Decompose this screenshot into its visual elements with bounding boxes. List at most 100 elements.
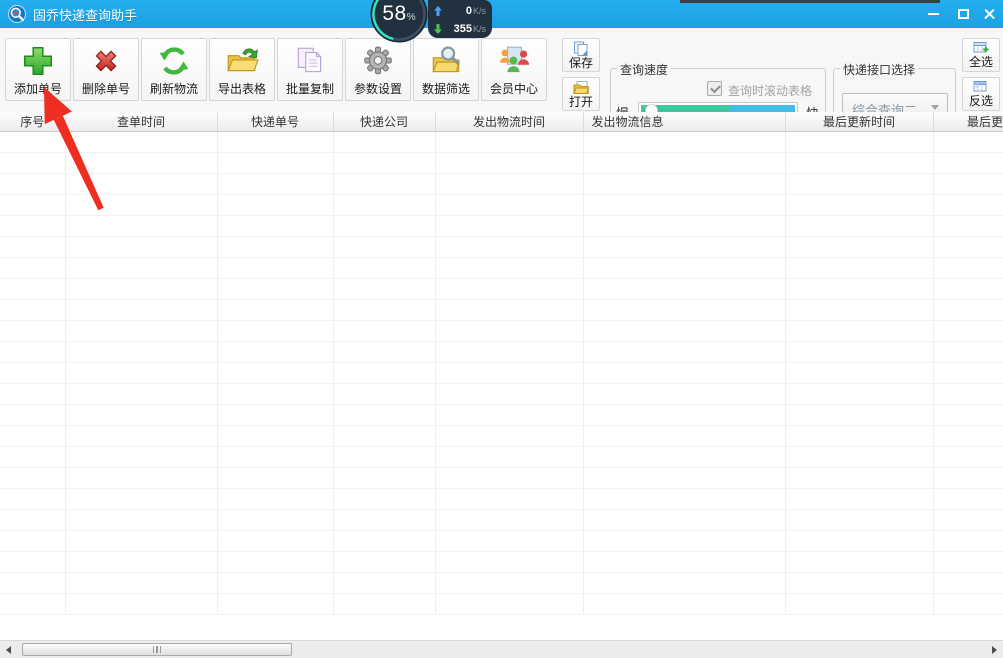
table-cell <box>933 320 1003 342</box>
scroll-table-checkbox[interactable] <box>707 81 722 96</box>
maximize-button[interactable] <box>953 5 973 23</box>
button-label: 数据筛选 <box>421 82 470 96</box>
table-cell <box>217 488 334 510</box>
table-cell <box>333 425 436 447</box>
table-cell <box>933 551 1003 573</box>
open-folder-icon <box>573 80 589 94</box>
refresh-logistics-button[interactable]: 刷新物流 <box>141 38 207 101</box>
table-cell <box>583 509 786 531</box>
table-cell <box>933 593 1003 615</box>
button-label: 导出表格 <box>217 82 266 96</box>
table-cell <box>933 425 1003 447</box>
table-cell <box>435 383 584 405</box>
table-cell <box>435 236 584 258</box>
table-cell <box>333 320 436 342</box>
app-logo-icon <box>8 5 26 23</box>
table-row <box>0 152 1003 174</box>
table-cell <box>583 488 786 510</box>
column-header-last-update-time[interactable]: 最后更新时间 <box>785 112 934 132</box>
upload-speed-value: 0 <box>465 4 472 17</box>
member-center-button[interactable]: 会员中心 <box>481 38 547 101</box>
column-header-dispatch-time[interactable]: 发出物流时间 <box>435 112 584 132</box>
table-row <box>0 320 1003 342</box>
table-cell <box>333 194 436 216</box>
table-cell <box>65 530 218 552</box>
close-button[interactable] <box>979 5 999 23</box>
batch-copy-button[interactable]: 批量复制 <box>277 38 343 101</box>
table-cell <box>333 467 436 489</box>
add-number-button[interactable]: 添加单号 <box>5 38 71 101</box>
button-label: 全选 <box>968 55 993 69</box>
app-window: 固乔快递查询助手 添加单号 删除单号 刷新物流 导出表格 批量复制 参数设置 数… <box>0 0 1003 658</box>
data-filter-button[interactable]: 数据筛选 <box>413 38 479 101</box>
table-cell <box>333 383 436 405</box>
table-cell <box>333 446 436 468</box>
table-cell <box>333 257 436 279</box>
table-cell <box>333 551 436 573</box>
table-row <box>0 299 1003 321</box>
invert-select-button[interactable]: 反选 <box>962 77 1000 111</box>
scroll-right-button[interactable] <box>986 641 1003 658</box>
table-cell <box>435 173 584 195</box>
table-row <box>0 383 1003 405</box>
table-row <box>0 530 1003 552</box>
chevron-down-icon <box>931 105 939 110</box>
column-header-index[interactable]: 序号 <box>0 112 66 132</box>
table-cell <box>435 299 584 321</box>
scrollbar-grip-icon <box>152 646 162 653</box>
select-all-button[interactable]: 全选 <box>962 38 1000 72</box>
minimize-button[interactable] <box>923 5 943 23</box>
table-cell <box>583 551 786 573</box>
table-cell <box>65 341 218 363</box>
horizontal-scrollbar[interactable] <box>0 640 1003 658</box>
table-row <box>0 551 1003 573</box>
table-cell <box>333 131 436 153</box>
table-cell <box>933 173 1003 195</box>
button-label: 保存 <box>568 55 593 70</box>
table-header-row: 序号 查单时间 快递单号 快递公司 发出物流时间 发出物流信息 最后更新时间 最… <box>0 112 1003 132</box>
table-cell <box>65 173 218 195</box>
table-cell <box>435 404 584 426</box>
table-cell <box>65 257 218 279</box>
open-button[interactable]: 打开 <box>562 77 600 111</box>
button-label: 添加单号 <box>13 82 62 96</box>
upload-arrow-icon <box>434 5 442 16</box>
table-cell <box>217 173 334 195</box>
gear-icon <box>364 46 392 75</box>
table-cell <box>0 446 66 468</box>
column-header-query-time[interactable]: 查单时间 <box>65 112 218 132</box>
window-title: 固乔快递查询助手 <box>33 7 138 23</box>
table-cell <box>65 572 218 594</box>
table-cell <box>65 299 218 321</box>
cpu-monitor-widget[interactable]: 58 % <box>367 0 431 45</box>
table-cell <box>785 467 934 489</box>
table-row <box>0 257 1003 279</box>
table-row <box>0 467 1003 489</box>
table-cell <box>0 299 66 321</box>
table-row <box>0 362 1003 384</box>
column-header-express-company[interactable]: 快递公司 <box>333 112 436 132</box>
net-speed-widget[interactable]: 0 K/s 355 K/s <box>428 0 492 38</box>
table-cell <box>785 299 934 321</box>
button-label: 反选 <box>968 94 993 108</box>
table-cell <box>0 467 66 489</box>
title-bar[interactable]: 固乔快递查询助手 <box>0 0 1003 28</box>
table-cell <box>0 404 66 426</box>
settings-button[interactable]: 参数设置 <box>345 38 411 101</box>
toolbar: 添加单号 删除单号 刷新物流 导出表格 批量复制 参数设置 数据筛选 会员中心 … <box>0 28 1003 132</box>
delete-number-button[interactable]: 删除单号 <box>73 38 139 101</box>
table-cell <box>583 383 786 405</box>
column-header-dispatch-info[interactable]: 发出物流信息 <box>583 112 786 132</box>
table-cell <box>435 278 584 300</box>
column-header-tracking-number[interactable]: 快递单号 <box>217 112 334 132</box>
table-cell <box>785 236 934 258</box>
table-row <box>0 173 1003 195</box>
scrollbar-thumb[interactable] <box>22 643 292 656</box>
column-header-last-update-info[interactable]: 最后更新物流 <box>933 112 1003 132</box>
table-cell <box>333 530 436 552</box>
table-cell <box>217 257 334 279</box>
table-cell <box>333 299 436 321</box>
save-button[interactable]: 保存 <box>562 38 600 72</box>
export-table-button[interactable]: 导出表格 <box>209 38 275 101</box>
scroll-left-button[interactable] <box>0 641 17 658</box>
